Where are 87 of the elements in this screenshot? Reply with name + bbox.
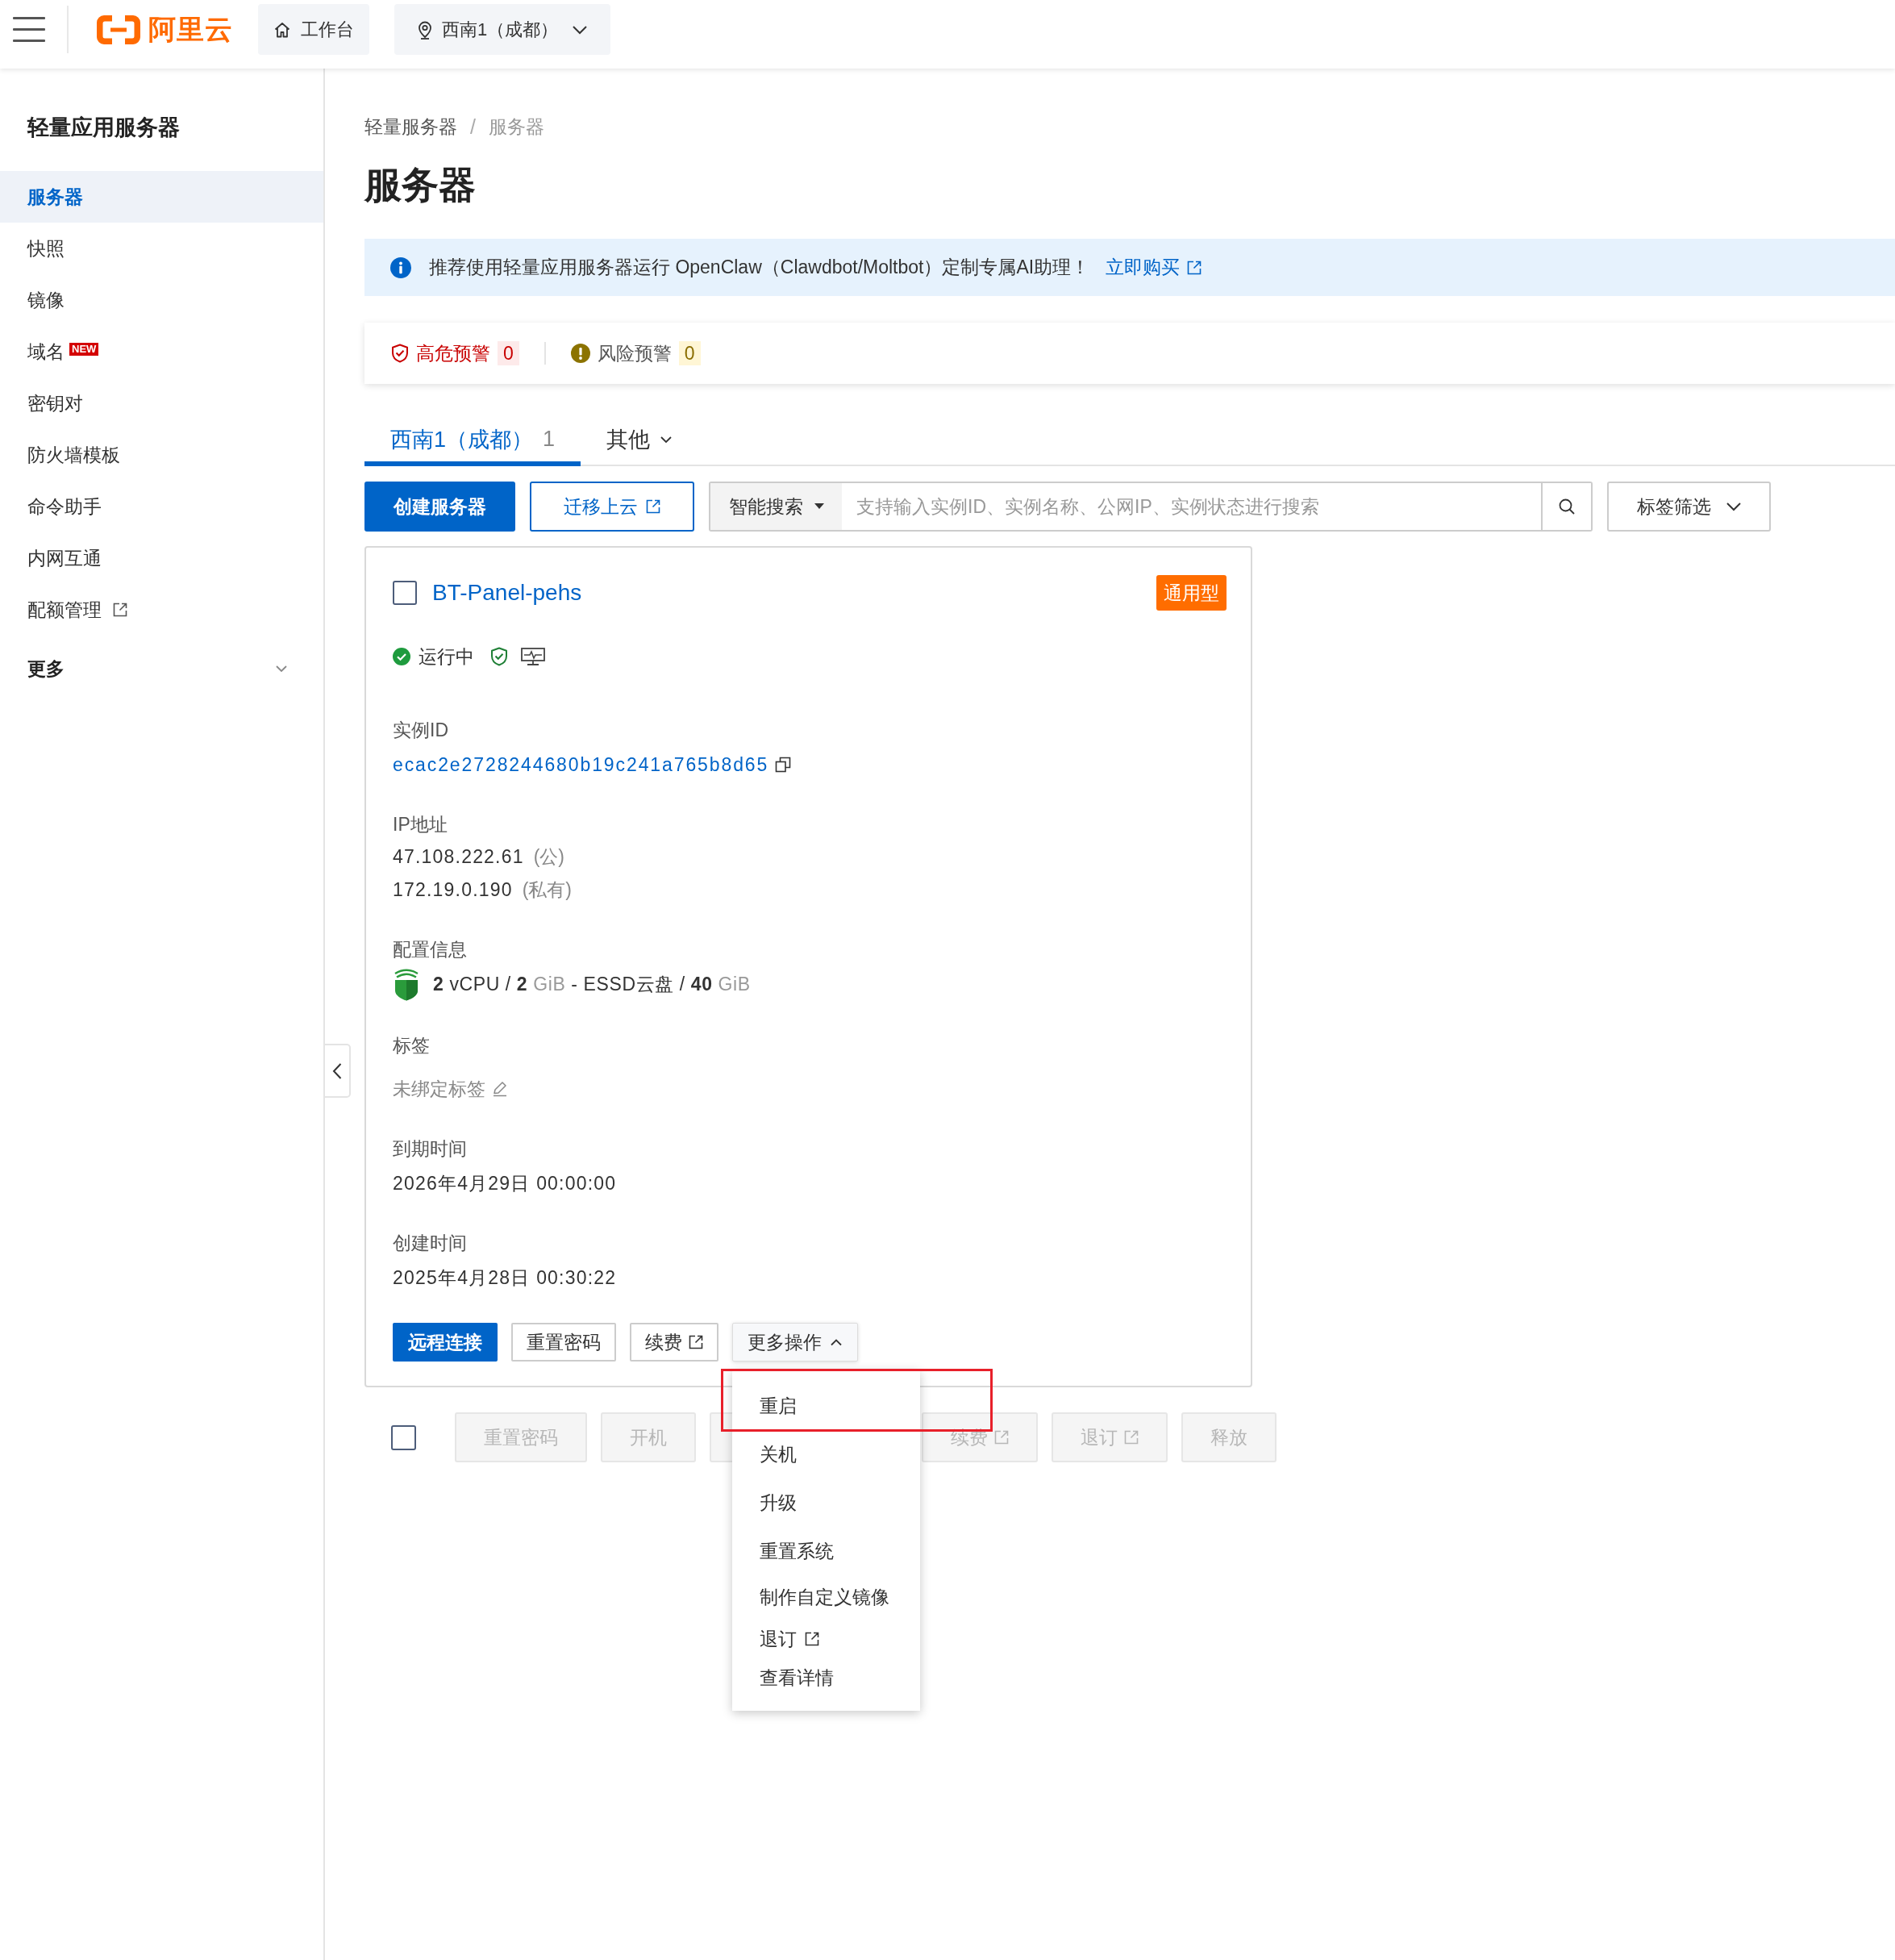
ip-type-note: (公) <box>533 845 564 869</box>
menu-item[interactable]: 重启 <box>732 1382 920 1430</box>
field-label: 实例ID <box>393 719 448 742</box>
chevron-down-icon <box>660 435 673 444</box>
menu-icon[interactable] <box>13 17 45 42</box>
sidebar-group-toggle[interactable]: 更多 <box>0 643 323 694</box>
ip-type-note: (私有) <box>522 878 573 902</box>
server-name-link[interactable]: BT-Panel-pehs <box>432 580 582 606</box>
region-selector[interactable]: 西南1（成都） <box>394 4 611 55</box>
ip-address: 47.108.222.61 <box>393 845 524 869</box>
action-button[interactable]: 重置密码 <box>511 1323 616 1362</box>
alert-count: 0 <box>678 341 701 365</box>
notice-text: 推荐使用轻量应用服务器运行 OpenClaw（Clawdbot/Moltbot）定制专属AI助理！ <box>429 256 1090 279</box>
menu-item[interactable]: 查看详情 <box>732 1658 920 1697</box>
shield-icon <box>393 967 420 1001</box>
alert-count: 0 <box>498 341 519 365</box>
menu-item[interactable]: 退订 <box>732 1620 920 1658</box>
instance-type-badge: 通用型 <box>1156 575 1227 611</box>
copy-icon[interactable] <box>775 757 792 773</box>
brand-name: 阿里云 <box>148 13 233 46</box>
alert-label[interactable]: 风险预警 <box>597 340 672 366</box>
sidebar-item[interactable]: 镜像 <box>0 274 323 326</box>
tab[interactable]: 其他 <box>581 412 699 466</box>
breadcrumb-current: 服务器 <box>488 115 544 139</box>
ip-address: 172.19.0.190 <box>393 878 513 902</box>
collapse-sidebar-button[interactable] <box>325 1044 351 1098</box>
no-tags-text: 未绑定标签 <box>393 1078 485 1101</box>
instance-id-link[interactable]: ecac2e2728244680b19c241a765b8d65 <box>393 749 769 781</box>
action-button[interactable]: 创建服务器 <box>364 482 515 532</box>
logo-icon <box>95 13 142 47</box>
home-icon <box>273 20 291 39</box>
shield-check-icon[interactable] <box>490 647 508 666</box>
sidebar-item[interactable]: 密钥对 <box>0 377 323 429</box>
info-icon <box>390 256 411 278</box>
workbench-button[interactable]: 工作台 <box>258 4 369 55</box>
sidebar-item[interactable]: 防火墙模板 <box>0 429 323 481</box>
monitor-icon[interactable] <box>521 648 545 665</box>
menu-item[interactable]: 升级 <box>732 1478 920 1527</box>
sidebar-item[interactable]: 配额管理 <box>0 584 323 636</box>
buy-now-link[interactable]: 立即购买 <box>1106 255 1202 280</box>
breadcrumb-link[interactable]: 轻量服务器 <box>364 115 457 139</box>
tag-filter-dropdown[interactable]: 标签筛选 <box>1607 482 1771 532</box>
sidebar-item[interactable]: 命令助手 <box>0 481 323 532</box>
action-button[interactable]: 迁移上云 <box>530 482 694 532</box>
field-label: 创建时间 <box>393 1232 467 1255</box>
sidebar-item[interactable]: 服务器 <box>0 171 323 223</box>
sidebar-title: 轻量应用服务器 <box>27 115 180 141</box>
action-button[interactable]: 远程连接 <box>393 1323 498 1362</box>
more-actions-button[interactable]: 更多操作 <box>732 1323 858 1362</box>
check-circle-icon <box>393 648 410 665</box>
menu-item[interactable]: 制作自定义镜像 <box>732 1575 920 1620</box>
field-value: 2026年4月29日 00:00:00 <box>393 1172 617 1195</box>
menu-item[interactable]: 关机 <box>732 1430 920 1478</box>
search-bar[interactable]: 智能搜索 支持输入实例ID、实例名称、公网IP、实例状态进行搜索 <box>709 482 1593 532</box>
external-link-icon <box>1187 260 1202 275</box>
chevron-down-icon <box>1725 502 1742 511</box>
chevron-left-icon <box>331 1061 343 1080</box>
edit-icon[interactable] <box>492 1081 508 1097</box>
tab[interactable]: 西南1（成都） 1 <box>364 412 581 466</box>
field-label: 配置信息 <box>393 938 467 961</box>
search-field[interactable]: 支持输入实例ID、实例名称、公网IP、实例状态进行搜索 <box>842 483 1541 530</box>
field-label: 到期时间 <box>393 1137 467 1161</box>
search-icon <box>1558 498 1576 515</box>
chevron-down-icon <box>572 24 589 35</box>
shield-check-icon <box>391 344 409 363</box>
search-button[interactable] <box>1541 483 1591 530</box>
chevron-up-icon <box>830 1338 843 1346</box>
page-title: 服务器 <box>364 163 476 207</box>
menu-item[interactable]: 重置系统 <box>732 1527 920 1575</box>
field-value: 2025年4月28日 00:30:22 <box>393 1266 617 1290</box>
location-pin-icon <box>417 19 433 40</box>
new-badge: NEW <box>69 343 99 356</box>
breadcrumb-separator: / <box>470 115 476 139</box>
warning-icon <box>570 344 590 363</box>
select-all-checkbox[interactable] <box>391 1424 416 1450</box>
field-label: IP地址 <box>393 813 448 836</box>
field-label: 标签 <box>393 1034 430 1057</box>
search-scope-dropdown[interactable]: 智能搜索 <box>710 483 842 530</box>
sidebar-item[interactable]: 内网互通 <box>0 532 323 584</box>
spec-text: 2 vCPU / 2 GiB - ESSD云盘 / 40 GiB <box>433 973 751 996</box>
sidebar-item[interactable]: 域名 NEW <box>0 326 323 377</box>
action-button[interactable]: 续费 <box>630 1323 718 1362</box>
alert-label[interactable]: 高危预警 <box>416 340 490 366</box>
sidebar-item[interactable]: 快照 <box>0 223 323 274</box>
status-text: 运行中 <box>419 644 474 669</box>
checkbox[interactable] <box>393 581 417 605</box>
caret-down-icon <box>814 503 824 510</box>
